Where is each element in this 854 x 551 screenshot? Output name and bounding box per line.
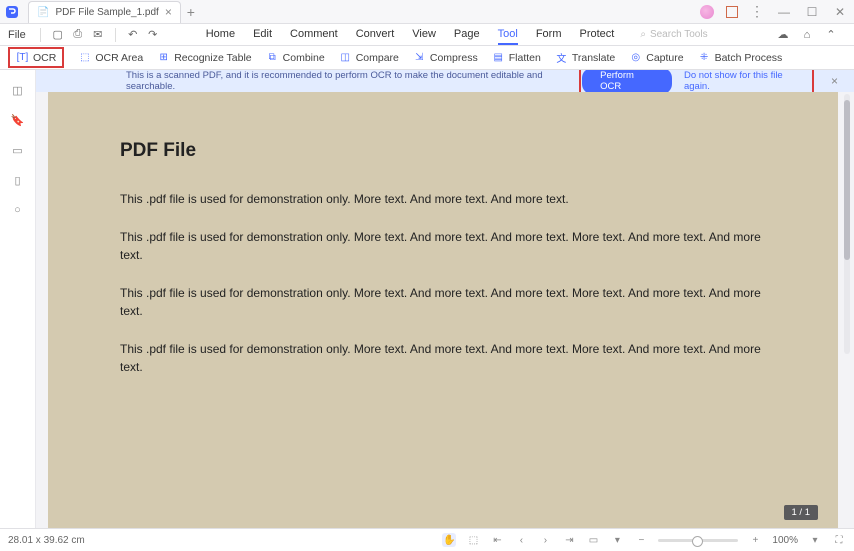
file-menu[interactable]: File	[8, 29, 26, 41]
tab-comment[interactable]: Comment	[290, 25, 338, 45]
doc-paragraph: This .pdf file is used for demonstration…	[120, 228, 766, 264]
zoom-slider[interactable]	[658, 539, 738, 542]
zoom-dropdown-icon[interactable]: ▾	[808, 533, 822, 547]
close-banner-icon[interactable]: ×	[831, 74, 838, 88]
view-mode-icon[interactable]: ▾	[610, 533, 624, 547]
ocr-area-button[interactable]: ⬚OCR Area	[78, 51, 143, 64]
cloud-icon[interactable]: ☁	[776, 28, 790, 42]
home-icon[interactable]: ⌂	[800, 28, 814, 42]
thumbnails-icon[interactable]: ◫	[10, 82, 26, 98]
page-dimensions: 28.01 x 39.62 cm	[8, 535, 85, 546]
flatten-button[interactable]: ▤Flatten	[492, 51, 541, 64]
search-panel-icon[interactable]: ○	[10, 202, 26, 218]
undo-icon[interactable]: ↶	[126, 28, 140, 42]
compress-icon: ⇲	[413, 51, 426, 64]
scroll-thumb[interactable]	[844, 100, 850, 260]
search-placeholder: Search Tools	[650, 29, 708, 40]
document-canvas: This is a scanned PDF, and it is recomme…	[36, 70, 854, 528]
document-tab[interactable]: 📄 PDF File Sample_1.pdf ×	[28, 1, 181, 23]
translate-icon: 文	[555, 51, 568, 64]
tab-title: PDF File Sample_1.pdf	[55, 7, 158, 18]
scrollbar[interactable]	[844, 94, 850, 354]
tab-page[interactable]: Page	[454, 25, 480, 45]
ocr-area-icon: ⬚	[78, 51, 91, 64]
user-avatar-icon[interactable]	[700, 5, 714, 19]
search-icon: ⌕	[640, 29, 646, 40]
close-window-button[interactable]: ✕	[832, 5, 848, 19]
banner-text: This is a scanned PDF, and it is recomme…	[126, 70, 571, 92]
content-area: ◫ 🔖 ▭ ▯ ○ ▸ This is a scanned PDF, and i…	[0, 70, 854, 528]
perform-ocr-button[interactable]: Perform OCR	[582, 70, 672, 94]
toolbar: [T]OCR ⬚OCR Area ⊞Recognize Table ⧉Combi…	[0, 46, 854, 70]
ocr-button[interactable]: [T]OCR	[8, 47, 64, 68]
page-counter: 1 / 1	[784, 505, 819, 520]
pdf-file-icon: 📄	[37, 7, 49, 18]
left-rail: ◫ 🔖 ▭ ▯ ○	[0, 70, 36, 528]
capture-icon: ◎	[629, 51, 642, 64]
minimize-button[interactable]: —	[776, 5, 792, 19]
recognize-table-button[interactable]: ⊞Recognize Table	[157, 51, 251, 64]
doc-paragraph: This .pdf file is used for demonstration…	[120, 340, 766, 376]
save-icon[interactable]: ▢	[51, 28, 65, 42]
collapse-icon[interactable]: ⌃	[824, 28, 838, 42]
more-menu-icon[interactable]: ⋮	[750, 3, 764, 20]
bookmark-icon[interactable]: 🔖	[10, 112, 26, 128]
app-logo-icon	[0, 0, 24, 24]
batch-process-button[interactable]: ⁜Batch Process	[698, 51, 783, 64]
next-page-icon[interactable]: ›	[538, 533, 552, 547]
dismiss-banner-button[interactable]: Do not show for this file again.	[676, 70, 811, 94]
flatten-icon: ▤	[492, 51, 505, 64]
doc-paragraph: This .pdf file is used for demonstration…	[120, 190, 766, 208]
fullscreen-icon[interactable]: ⛶	[832, 533, 846, 547]
select-tool-icon[interactable]: ⬚	[466, 533, 480, 547]
page-background: PDF File This .pdf file is used for demo…	[48, 92, 838, 528]
redo-icon[interactable]: ↷	[146, 28, 160, 42]
tab-tool[interactable]: Tool	[498, 25, 518, 45]
tab-protect[interactable]: Protect	[579, 25, 614, 45]
tab-form[interactable]: Form	[536, 25, 562, 45]
capture-button[interactable]: ◎Capture	[629, 51, 683, 64]
prev-page-icon[interactable]: ‹	[514, 533, 528, 547]
zoom-out-icon[interactable]: −	[634, 533, 648, 547]
notification-icon[interactable]	[726, 6, 738, 18]
doc-paragraph: This .pdf file is used for demonstration…	[120, 284, 766, 320]
first-page-icon[interactable]: ⇤	[490, 533, 504, 547]
menubar: File ▢ ⎙ ✉ ↶ ↷ Home Edit Comment Convert…	[0, 24, 854, 46]
tab-view[interactable]: View	[412, 25, 436, 45]
fit-page-icon[interactable]: ▭	[586, 533, 600, 547]
combine-button[interactable]: ⧉Combine	[266, 51, 325, 64]
ocr-icon: [T]	[16, 51, 29, 64]
tab-convert[interactable]: Convert	[356, 25, 395, 45]
maximize-button[interactable]: ☐	[804, 5, 820, 19]
compare-button[interactable]: ◫Compare	[339, 51, 399, 64]
translate-button[interactable]: 文Translate	[555, 51, 615, 64]
tab-close-icon[interactable]: ×	[165, 5, 172, 19]
last-page-icon[interactable]: ⇥	[562, 533, 576, 547]
zoom-value: 100%	[772, 535, 798, 546]
tab-edit[interactable]: Edit	[253, 25, 272, 45]
page-content: PDF File This .pdf file is used for demo…	[48, 92, 838, 444]
doc-title: PDF File	[120, 140, 766, 162]
statusbar: 28.01 x 39.62 cm ✋ ⬚ ⇤ ‹ › ⇥ ▭ ▾ − + 100…	[0, 528, 854, 551]
tab-home[interactable]: Home	[206, 25, 235, 45]
new-tab-button[interactable]: +	[181, 4, 201, 20]
batch-icon: ⁜	[698, 51, 711, 64]
print-icon[interactable]: ⎙	[71, 28, 85, 42]
comments-icon[interactable]: ▭	[10, 142, 26, 158]
hand-tool-icon[interactable]: ✋	[442, 533, 456, 547]
attachment-icon[interactable]: ▯	[10, 172, 26, 188]
table-icon: ⊞	[157, 51, 170, 64]
combine-icon: ⧉	[266, 51, 279, 64]
compare-icon: ◫	[339, 51, 352, 64]
search-tools[interactable]: ⌕ Search Tools	[640, 29, 707, 40]
ocr-banner: This is a scanned PDF, and it is recomme…	[36, 70, 854, 92]
compress-button[interactable]: ⇲Compress	[413, 51, 478, 64]
mail-icon[interactable]: ✉	[91, 28, 105, 42]
titlebar: 📄 PDF File Sample_1.pdf × + ⋮ — ☐ ✕	[0, 0, 854, 24]
zoom-in-icon[interactable]: +	[748, 533, 762, 547]
